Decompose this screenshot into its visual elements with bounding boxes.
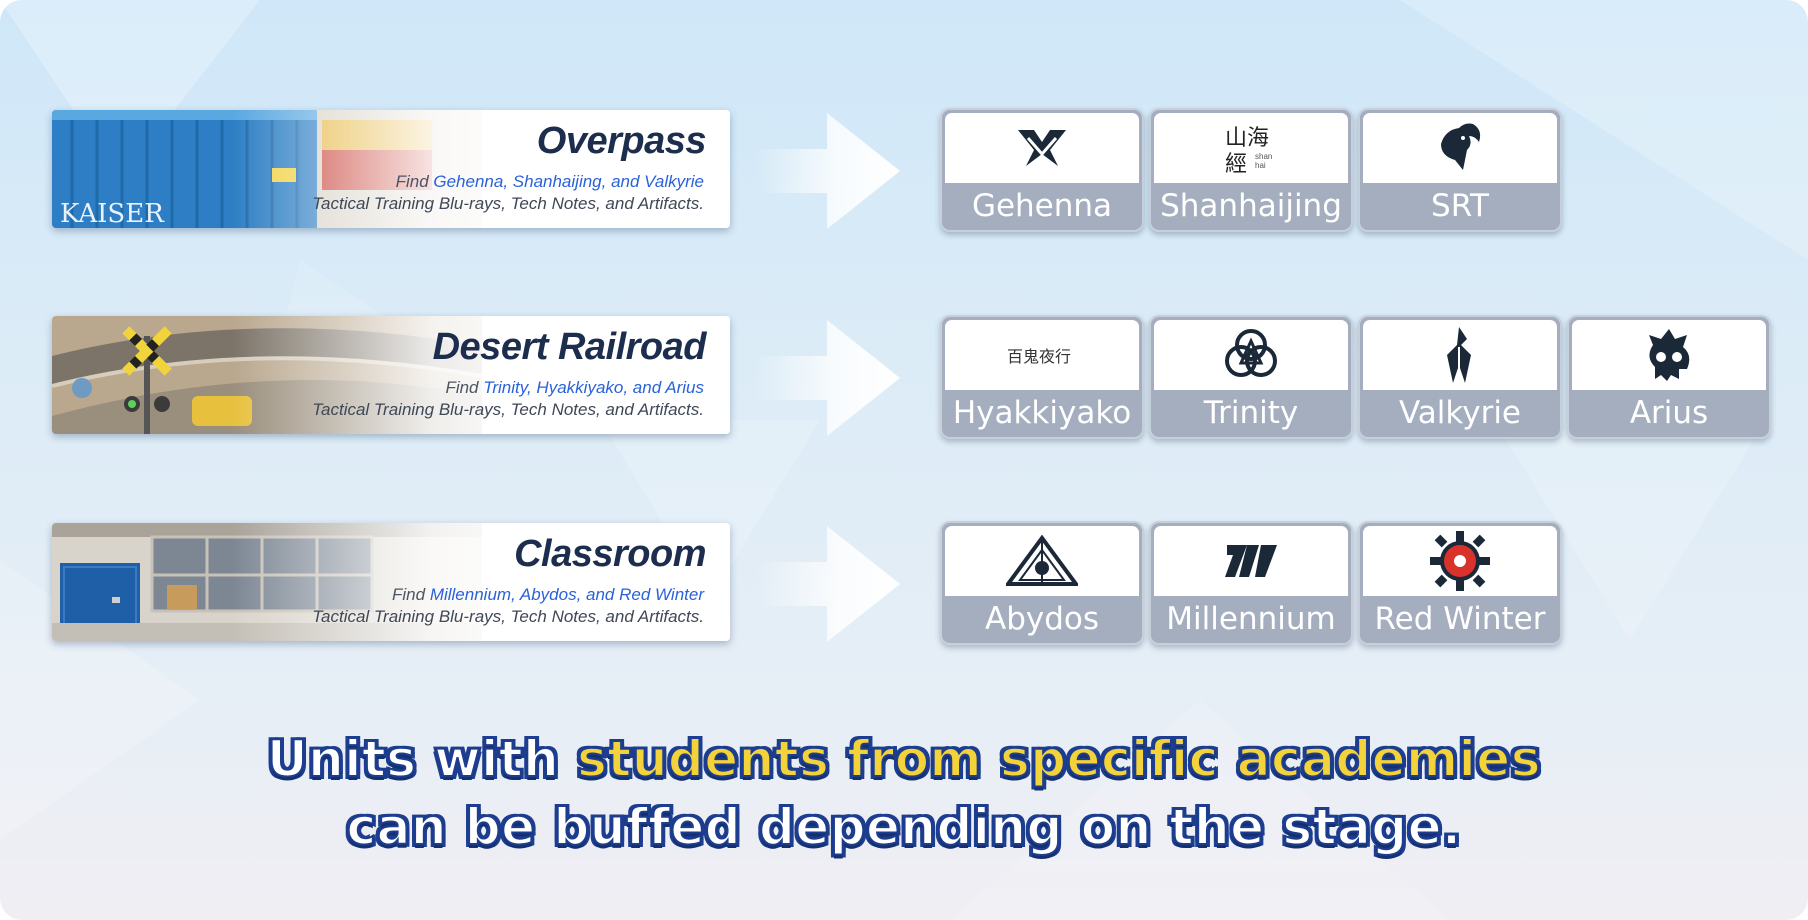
shanhaijing-emblem-icon: 山海經 shanhai: [1225, 126, 1272, 175]
arrow-right-icon: [755, 320, 900, 436]
svg-text:hai: hai: [1255, 161, 1266, 170]
svg-text:百鬼夜行: 百鬼夜行: [1007, 347, 1071, 366]
stage-name: Overpass: [536, 120, 707, 162]
academy-label: Valkyrie: [1398, 395, 1522, 431]
valkyrie-emblem-icon: [1447, 327, 1471, 383]
academy-label: SRT: [1431, 188, 1489, 224]
academy-card-valkyrie: Valkyrie: [1358, 315, 1562, 439]
academy-card-abydos: Abydos: [940, 521, 1144, 645]
academy-label: Red Winter: [1374, 601, 1546, 637]
academy-label: Millennium: [1166, 601, 1336, 637]
caption-white-text: Units with: [266, 729, 578, 789]
academy-label: Abydos: [984, 601, 1100, 637]
stage-description: Tactical Training Blu-rays, Tech Notes, …: [312, 194, 704, 213]
stage-description: Tactical Training Blu-rays, Tech Notes, …: [312, 607, 704, 626]
academy-card-red-winter: Red Winter: [1358, 521, 1562, 645]
caption-line-2: can be buffed depending on the stage.: [346, 797, 1462, 857]
find-academies: Millennium, Abydos, and Red Winter: [429, 585, 704, 604]
academy-card-arius: Arius: [1567, 315, 1771, 439]
stage-name: Desert Railroad: [432, 326, 707, 368]
find-prefix: Find: [392, 585, 430, 604]
svg-text:shan: shan: [1255, 152, 1272, 161]
hyakkiyako-emblem-icon: 百鬼夜行: [1007, 347, 1071, 366]
find-prefix: Find: [395, 172, 434, 191]
stage-find-text: Find Millennium, Abydos, and Red Winter: [392, 585, 704, 605]
svg-text:經: 經: [1225, 152, 1247, 175]
academy-label: Arius: [1629, 395, 1709, 431]
stage-card-desert-railroad: Desert Railroad Find Trinity, Hyakkiyako…: [52, 316, 730, 434]
caption-line-1: Units with students from specific academ…: [0, 729, 1808, 789]
millennium-emblem-icon: [1225, 545, 1277, 577]
academy-label: Hyakkiyako: [952, 395, 1132, 431]
stage-find-text: Find Gehenna, Shanhaijing, and Valkyrie: [396, 172, 704, 192]
find-prefix: Find: [445, 378, 484, 397]
academy-label: Trinity: [1203, 395, 1299, 431]
arrow-right-icon: [755, 526, 900, 642]
svg-text:山海: 山海: [1225, 126, 1269, 151]
gehenna-emblem-icon: [1018, 130, 1066, 166]
stage-academy-infographic: KAISER Overpass Find Gehenna, Shanhaijin…: [0, 0, 1808, 920]
stage-name: Classroom: [514, 533, 706, 575]
academy-card-gehenna: Gehenna: [940, 108, 1144, 232]
abydos-emblem-icon: [1006, 534, 1078, 586]
stage-description: Tactical Training Blu-rays, Tech Notes, …: [312, 400, 704, 419]
find-academies: Trinity, Hyakkiyako, and Arius: [483, 378, 704, 397]
caption-highlight-text: students from specific academies: [576, 729, 1541, 789]
svg-text:KAISER: KAISER: [60, 199, 165, 228]
academy-card-millennium: Millennium: [1149, 521, 1353, 645]
academy-card-trinity: Trinity: [1149, 315, 1353, 439]
academy-label: Shanhaijing: [1160, 188, 1342, 224]
academy-card-hyakkiyako: 百鬼夜行 Hyakkiyako: [940, 315, 1144, 439]
arrow-right-icon: [755, 113, 900, 229]
arius-emblem-icon: [1649, 329, 1690, 381]
academy-card-shanhaijing: 山海經 shan hai Shanhaijing: [1149, 108, 1353, 232]
find-academies: Gehenna, Shanhaijing, and Valkyrie: [433, 172, 704, 191]
stage-card-classroom: Classroom Find Millennium, Abydos, and R…: [52, 523, 730, 641]
srt-emblem-icon: [1441, 123, 1481, 170]
trinity-emblem-icon: [1225, 329, 1277, 377]
stage-card-overpass: KAISER Overpass Find Gehenna, Shanhaijin…: [52, 110, 730, 228]
stage-find-text: Find Trinity, Hyakkiyako, and Arius: [445, 378, 704, 398]
academy-label: Gehenna: [971, 188, 1113, 224]
red-winter-emblem-icon: [1430, 531, 1490, 591]
academy-card-srt: SRT: [1358, 108, 1562, 232]
